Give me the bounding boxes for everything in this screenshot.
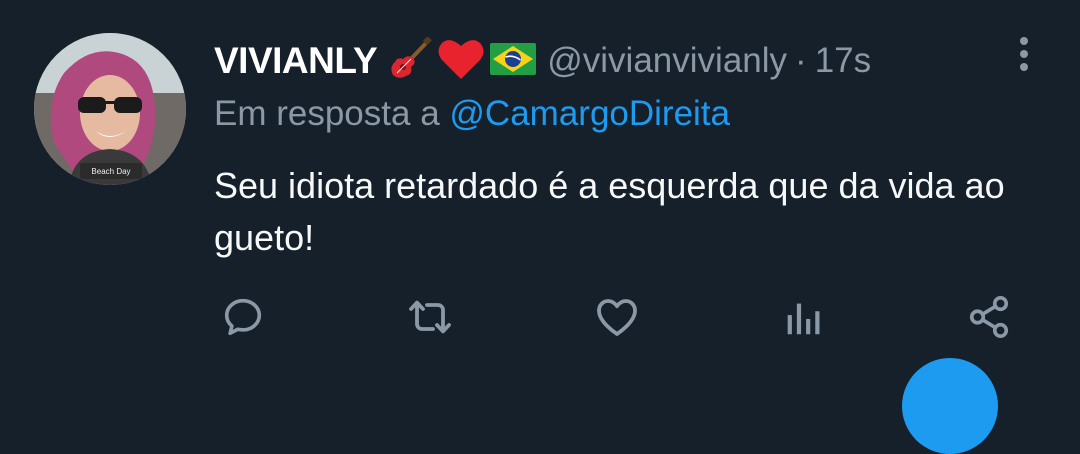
avatar-image: Beach Day bbox=[34, 33, 186, 185]
reply-button[interactable] bbox=[218, 292, 268, 342]
analytics-button[interactable] bbox=[778, 292, 828, 342]
reply-context: Em resposta a @CamargoDireita bbox=[214, 94, 730, 134]
brazil-flag-emoji bbox=[489, 41, 537, 82]
tweet-text: Seu idiota retardado é a esquerda que da… bbox=[214, 165, 1005, 258]
reply-mention-link[interactable]: @CamargoDireita bbox=[449, 94, 730, 133]
like-icon bbox=[597, 299, 637, 336]
name-emojis bbox=[387, 35, 537, 86]
guitar-emoji bbox=[387, 35, 433, 86]
display-name[interactable]: VIVIANLY bbox=[214, 40, 378, 82]
like-button[interactable] bbox=[592, 292, 642, 342]
avatar-caption: Beach Day bbox=[91, 167, 130, 176]
retweet-button[interactable] bbox=[405, 292, 455, 342]
analytics-icon bbox=[787, 303, 820, 335]
tweet[interactable]: Beach Day VIVIANLY @vivianvivianly · 17s… bbox=[0, 0, 1080, 454]
more-options-icon[interactable] bbox=[1010, 34, 1038, 74]
action-bar bbox=[218, 292, 1018, 342]
timestamp[interactable]: 17s bbox=[815, 41, 871, 81]
retweet-icon bbox=[409, 300, 451, 334]
compose-tweet-button[interactable] bbox=[902, 358, 998, 454]
tweet-header: VIVIANLY @vivianvivianly · 17s bbox=[214, 35, 871, 86]
red-heart-emoji bbox=[437, 37, 485, 86]
reply-prefix: Em resposta a bbox=[214, 94, 440, 133]
share-button[interactable] bbox=[964, 292, 1014, 342]
user-handle[interactable]: @vivianvivianly bbox=[547, 41, 787, 81]
separator-dot: · bbox=[795, 41, 807, 80]
reply-icon bbox=[224, 298, 262, 336]
avatar[interactable]: Beach Day bbox=[34, 33, 186, 185]
share-icon bbox=[969, 296, 1009, 338]
